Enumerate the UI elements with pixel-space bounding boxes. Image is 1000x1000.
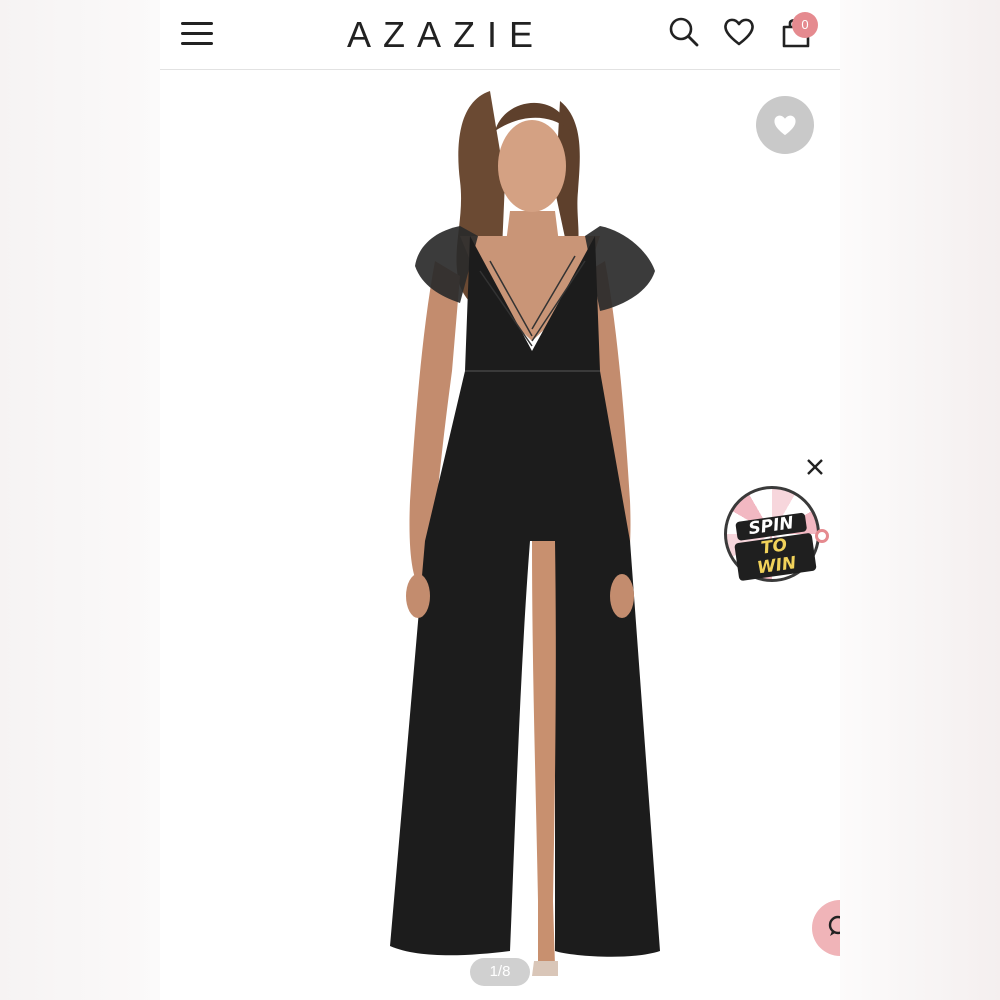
heart-filled-icon <box>774 115 796 136</box>
mobile-screen: AZAZIE 0 SPIN TO WIN 1/8 <box>160 0 840 1000</box>
product-image-gallery[interactable]: SPIN TO WIN 1/8 <box>160 71 840 1000</box>
search-icon[interactable] <box>666 14 702 50</box>
top-header: AZAZIE 0 <box>160 0 840 70</box>
close-promo-icon[interactable] <box>804 456 826 478</box>
image-counter: 1/8 <box>470 958 530 986</box>
left-backdrop <box>0 0 160 1000</box>
spin-to-win-label: SPIN TO WIN <box>727 511 820 582</box>
brand-logo[interactable]: AZAZIE <box>320 10 560 60</box>
spin-wheel-pointer <box>815 529 829 543</box>
shopping-bag-icon[interactable]: 0 <box>778 12 818 50</box>
chat-bubble-icon <box>828 915 840 936</box>
menu-icon[interactable] <box>178 18 216 50</box>
favorite-button[interactable] <box>756 96 814 154</box>
cart-count-badge: 0 <box>792 12 818 38</box>
heart-icon[interactable] <box>721 14 757 50</box>
spin-to-win-button[interactable]: SPIN TO WIN <box>724 486 829 582</box>
right-backdrop <box>840 0 1000 1000</box>
